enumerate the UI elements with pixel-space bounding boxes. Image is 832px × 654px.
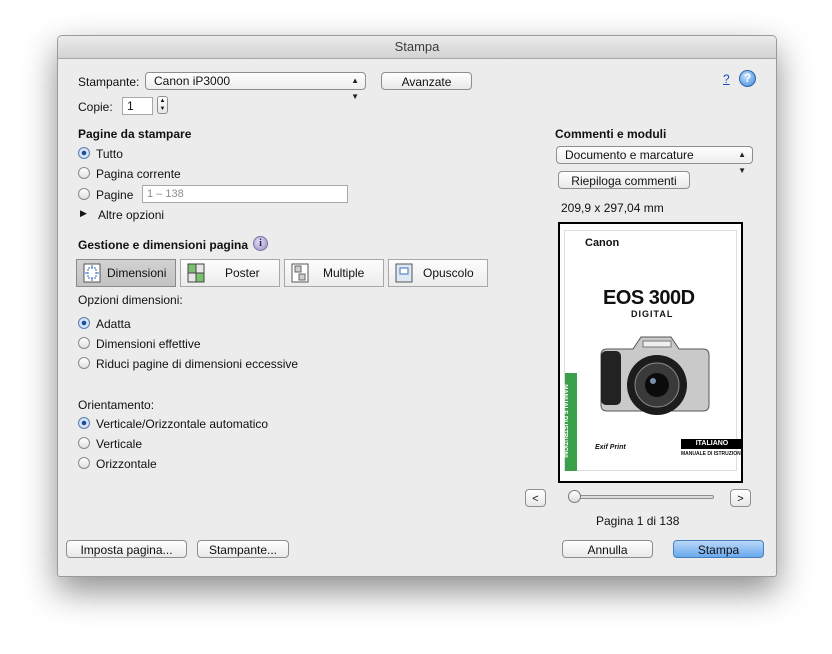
pages-range-input[interactable]: 1 – 138: [142, 185, 348, 203]
orientation-horizontal-label: Orizzontale: [96, 457, 157, 471]
pages-range-label: Pagine: [96, 188, 134, 202]
tile-dimensioni-label: Dimensioni: [107, 266, 167, 280]
cancel-button[interactable]: Annulla: [562, 540, 653, 558]
printer-button[interactable]: Stampante...: [197, 540, 289, 558]
printer-popup[interactable]: Canon iP3000 ▲ ▼: [145, 72, 366, 101]
copies-field[interactable]: 1: [122, 97, 153, 115]
preview-footer-text: MANUALE DI ISTRUZIONI: [681, 451, 743, 457]
preview-side-text: MANUALE DI ISTRUZIONI: [561, 384, 568, 458]
window-title: Stampa: [58, 36, 776, 59]
tile-multiple-label: Multiple: [323, 266, 365, 280]
page-indicator: Pagina 1 di 138: [596, 514, 680, 528]
pages-current-label: Pagina corrente: [96, 167, 181, 181]
radio-orientation-vertical[interactable]: [78, 437, 90, 449]
multiple-pages-icon: [291, 263, 309, 283]
updown-arrows-icon: ▲ ▼: [351, 76, 359, 101]
printer-label: Stampante:: [78, 75, 140, 89]
page-slider-thumb[interactable]: [568, 490, 581, 503]
page-preview: Canon EOS 300D DIGITAL MANUALE DI ISTRUZ…: [558, 222, 743, 483]
tile-multiple[interactable]: Multiple: [284, 259, 384, 287]
radio-adatta[interactable]: [78, 317, 90, 329]
orientation-vertical-label: Verticale: [96, 437, 143, 451]
poster-icon: [187, 263, 205, 283]
preview-model: EOS 300D: [603, 287, 695, 309]
page-setup-button[interactable]: Imposta pagina...: [66, 540, 187, 558]
advanced-button[interactable]: Avanzate: [381, 72, 472, 90]
comments-popup[interactable]: Documento e marcature ▲ ▼: [556, 146, 753, 175]
orientation-auto-label: Verticale/Orizzontale automatico: [96, 417, 269, 431]
camera-image: [600, 336, 710, 415]
page-handling-heading: Gestione e dimensioni pagina: [78, 238, 249, 252]
radio-pages-range[interactable]: [78, 188, 90, 200]
tile-opuscolo-label: Opuscolo: [423, 266, 474, 280]
radio-orientation-horizontal[interactable]: [78, 457, 90, 469]
pages-range-placeholder: 1 – 138: [147, 188, 184, 200]
pages-all-label: Tutto: [96, 147, 123, 161]
summarize-comments-button[interactable]: Riepiloga commenti: [558, 171, 690, 189]
preview-brand: Canon: [585, 237, 620, 249]
radio-dimensioni-effettive[interactable]: [78, 337, 90, 349]
help-question-link[interactable]: ?: [723, 72, 730, 86]
more-options-label[interactable]: Altre opzioni: [98, 208, 164, 222]
riduci-pagine-label: Riduci pagine di dimensioni eccessive: [96, 357, 299, 371]
print-button[interactable]: Stampa: [673, 540, 764, 558]
preview-model-sub: DIGITAL: [631, 309, 674, 319]
comments-popup-value: Documento e marcature: [565, 148, 694, 162]
booklet-icon: [395, 263, 413, 283]
preview-exif-logo: Exif Print: [595, 444, 626, 451]
updown-arrows-icon: ▲ ▼: [738, 150, 746, 175]
next-page-button[interactable]: >: [730, 489, 751, 507]
disclosure-triangle-icon[interactable]: ▶: [80, 208, 87, 219]
printer-value: Canon iP3000: [154, 74, 231, 88]
radio-riduci-pagine[interactable]: [78, 357, 90, 369]
radio-orientation-auto[interactable]: [78, 417, 90, 429]
tile-opuscolo[interactable]: Opuscolo: [388, 259, 488, 287]
info-icon[interactable]: i: [253, 236, 268, 251]
tile-poster-label: Poster: [225, 266, 260, 280]
radio-pages-current[interactable]: [78, 167, 90, 179]
preview-language-badge: ITALIANO: [681, 439, 741, 449]
orientation-label: Orientamento:: [78, 398, 155, 412]
comments-heading: Commenti e moduli: [555, 127, 667, 141]
adatta-label: Adatta: [96, 317, 131, 331]
pages-heading: Pagine da stampare: [78, 127, 192, 141]
tile-poster[interactable]: Poster: [180, 259, 280, 287]
scale-page-icon: [83, 263, 101, 283]
radio-pages-all[interactable]: [78, 147, 90, 159]
help-icon[interactable]: ?: [739, 70, 756, 87]
copies-stepper[interactable]: ▲ ▼: [157, 96, 168, 114]
dimensioni-effettive-label: Dimensioni effettive: [96, 337, 201, 351]
tile-dimensioni[interactable]: Dimensioni: [76, 259, 176, 287]
preview-sheet: Canon EOS 300D DIGITAL MANUALE DI ISTRUZ…: [561, 230, 741, 471]
page-slider-track[interactable]: [568, 495, 714, 499]
copies-label: Copie:: [78, 100, 113, 114]
size-options-label: Opzioni dimensioni:: [78, 293, 183, 307]
page-size-text: 209,9 x 297,04 mm: [561, 201, 664, 215]
previous-page-button[interactable]: <: [525, 489, 546, 507]
